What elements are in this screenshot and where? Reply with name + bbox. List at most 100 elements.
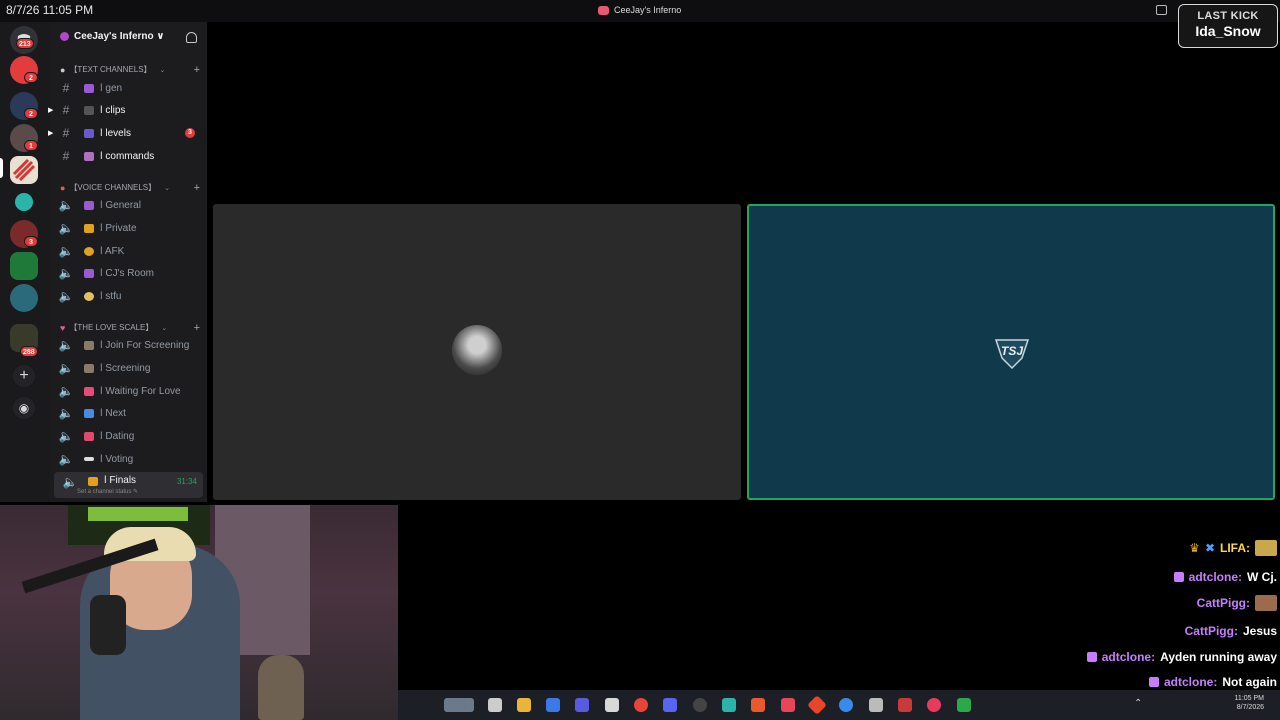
xbox-icon[interactable] <box>957 698 971 712</box>
channel-voting[interactable]: 🔈 ǀ Voting <box>50 449 207 469</box>
selected-server-pill <box>0 158 3 178</box>
avatar <box>452 325 502 375</box>
teams-icon[interactable] <box>575 698 589 712</box>
chat-username: CattPigg: <box>1196 596 1250 610</box>
chat-text: Not again <box>1222 675 1277 689</box>
teal-creature-icon <box>15 193 33 211</box>
channel-emoji-icon <box>84 128 94 138</box>
channel-screening[interactable]: 🔈 ǀ Screening <box>50 358 207 378</box>
category-label: 【TEXT CHANNELS】 <box>69 65 152 74</box>
clock-date: 8/7/2026 <box>1236 704 1264 711</box>
speaker-icon: 🔈 <box>58 384 74 398</box>
chevron-down-icon: ⌄ <box>161 324 168 332</box>
store-icon[interactable] <box>605 698 619 712</box>
window-title: CeeJay's Inferno <box>598 5 681 15</box>
channel-name: ǀ CJ's Room <box>100 267 154 279</box>
channel-stfu[interactable]: 🔈 ǀ stfu <box>50 286 207 306</box>
brave-icon[interactable] <box>751 698 765 712</box>
category-love-scale[interactable]: ♥ 【THE LOVE SCALE】 ⌄ + <box>60 322 200 334</box>
add-server-button[interactable]: + <box>13 365 35 387</box>
channel-commands[interactable]: # ǀ commands <box>50 146 207 166</box>
last-kick-name: Ida_Snow <box>1195 23 1261 39</box>
channel-name: ǀ clips <box>100 104 126 116</box>
channel-waiting-for-love[interactable]: 🔈 ǀ Waiting For Love <box>50 381 207 401</box>
unread-badge: 2 <box>24 108 38 119</box>
discover-compass-icon[interactable]: ◉ <box>13 397 35 419</box>
channel-private[interactable]: 🔈 ǀ Private <box>50 218 207 238</box>
channel-name: ǀ levels <box>100 127 131 139</box>
weather-widget-icon[interactable] <box>444 698 474 712</box>
discord-icon[interactable] <box>663 698 677 712</box>
taskbar-clock[interactable]: 11:05 PM 8/7/2026 <box>1235 694 1264 712</box>
channel-sidebar: CeeJay's Inferno ∨ ● 【TEXT CHANNELS】 ⌄ +… <box>48 22 207 502</box>
sleepy-emoji-icon <box>84 246 94 256</box>
chat-message: CattPigg: <box>1197 595 1277 611</box>
tray-chevron-up-icon[interactable]: ⌃ <box>1134 698 1142 709</box>
heart-icon: ♥ <box>60 322 66 333</box>
channel-status-prompt[interactable]: Set a channel status ✎ <box>77 488 138 495</box>
channel-clips[interactable]: ▶ # ǀ clips <box>48 100 207 120</box>
channel-emoji-icon <box>84 340 94 350</box>
channel-gen[interactable]: # ǀ gen <box>50 78 207 98</box>
speaker-icon: 🔈 <box>58 361 74 375</box>
snipping-tool-icon[interactable] <box>869 698 883 712</box>
channel-finals[interactable]: 🔈 ǀ Finals 31:34 Set a channel status ✎ <box>54 472 203 498</box>
microphone-icon <box>90 595 126 655</box>
call-timer: 31:34 <box>176 477 197 486</box>
unread-badge: 3 <box>24 236 38 247</box>
add-member-icon[interactable] <box>186 32 197 43</box>
add-channel-button[interactable]: + <box>194 64 200 76</box>
unread-badge: 1 <box>24 140 38 151</box>
hash-icon: # <box>62 126 70 140</box>
heart-emoji-icon <box>84 431 94 441</box>
diamond-app-icon[interactable] <box>807 695 827 715</box>
channel-levels[interactable]: ▶ # ǀ levels 3 <box>48 123 207 143</box>
microphone-icon: ● <box>60 182 66 193</box>
task-view-icon[interactable] <box>488 698 502 712</box>
server-header[interactable]: CeeJay's Inferno ∨ <box>60 31 165 42</box>
app-icon[interactable] <box>722 698 736 712</box>
chat-message: CattPigg: Jesus <box>1185 624 1277 638</box>
unread-badge: 213 <box>16 38 34 49</box>
category-voice-channels[interactable]: ● 【VOICE CHANNELS】 ⌄ + <box>60 182 200 194</box>
chat-message: adtclone: W Cj. <box>1173 570 1277 584</box>
channel-general[interactable]: 🔈 ǀ General <box>50 195 207 215</box>
copilot-icon[interactable] <box>546 698 560 712</box>
chat-text: Ayden running away <box>1160 650 1277 664</box>
chat-emote <box>1255 595 1277 611</box>
channel-join-for-screening[interactable]: 🔈 ǀ Join For Screening <box>50 335 207 355</box>
server-icon-teal[interactable] <box>10 188 38 216</box>
app-icon-red[interactable] <box>898 698 912 712</box>
music-icon[interactable] <box>781 698 795 712</box>
unread-badge: 2 <box>24 72 38 83</box>
speaker-icon: 🔈 <box>58 406 74 420</box>
file-explorer-icon[interactable] <box>517 698 531 712</box>
participant-tile[interactable] <box>213 204 741 500</box>
category-label: 【THE LOVE SCALE】 <box>69 323 154 332</box>
inbox-icon[interactable] <box>1156 5 1167 15</box>
add-channel-button[interactable]: + <box>194 322 200 334</box>
server-icon-planet[interactable] <box>10 284 38 312</box>
hash-icon: # <box>62 149 70 163</box>
channel-next[interactable]: 🔈 ǀ Next <box>50 403 207 423</box>
hash-icon: # <box>62 81 70 95</box>
obs-icon[interactable] <box>693 698 707 712</box>
record-icon[interactable] <box>927 698 941 712</box>
server-icon-inferno[interactable] <box>10 156 38 184</box>
speech-icon: ● <box>60 64 66 75</box>
channel-cjs-room[interactable]: 🔈 ǀ CJ's Room <box>50 263 207 283</box>
window-title-text: CeeJay's Inferno <box>614 5 682 15</box>
channel-dating[interactable]: 🔈 ǀ Dating <box>50 426 207 446</box>
speaking-participant-tile[interactable]: TSJ <box>747 204 1275 500</box>
channel-name: ǀ Dating <box>100 430 135 442</box>
speaker-icon: 🔈 <box>58 429 74 443</box>
webcam-feed <box>0 505 398 720</box>
chrome-icon[interactable] <box>634 698 648 712</box>
last-kick-overlay: LAST KICK Ida_Snow <box>1178 4 1278 48</box>
add-channel-button[interactable]: + <box>194 182 200 194</box>
server-icon-xbox-folder[interactable] <box>10 252 38 280</box>
crown-icon: ♛ <box>1189 541 1200 555</box>
channel-afk[interactable]: 🔈 ǀ AFK <box>50 241 207 261</box>
help-icon[interactable] <box>839 698 853 712</box>
category-text-channels[interactable]: ● 【TEXT CHANNELS】 ⌄ + <box>60 64 200 76</box>
